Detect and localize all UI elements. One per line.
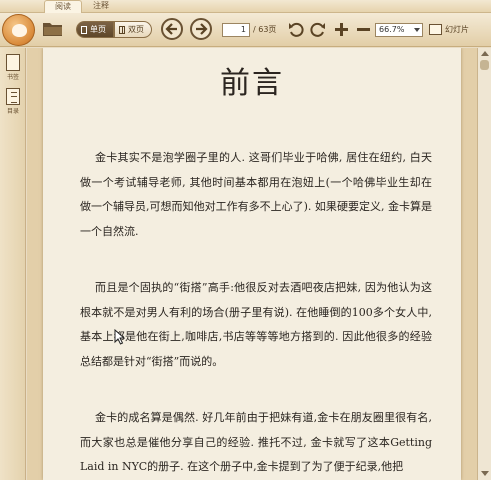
sidebar-item-toc[interactable]: 目录 (3, 88, 23, 115)
sidebar-item-label: 目录 (6, 108, 19, 115)
rotate-right-icon[interactable] (309, 21, 326, 38)
page-total-label: / 63页 (253, 25, 277, 34)
tab-annotate[interactable]: 注释 (82, 0, 120, 13)
side-panel: 书签 目录 (0, 48, 26, 480)
slideshow-label: 幻灯片 (445, 25, 469, 34)
app-logo[interactable] (2, 14, 35, 46)
toc-icon (6, 88, 20, 105)
slideshow-icon (429, 24, 442, 35)
slideshow-button[interactable]: 幻灯片 (429, 22, 469, 38)
toolbar: 单页 双页 1 / 63页 66.7% 幻灯片 (0, 13, 491, 47)
sidebar-item-label: 书签 (6, 74, 19, 81)
previous-page-button[interactable] (161, 18, 183, 40)
double-page-label: 双页 (128, 25, 144, 34)
arrow-left-icon (165, 23, 177, 35)
paragraph-2: 而且是个固执的“街搭”高手:他很反对去酒吧夜店把妹, 因为他认为这根本就不是对男… (80, 281, 432, 368)
tab-read[interactable]: 阅读 (44, 0, 82, 13)
scroll-thumb[interactable] (480, 60, 489, 70)
scroll-down-icon[interactable] (481, 471, 489, 476)
rotate-left-icon[interactable] (288, 21, 305, 38)
logo-face-icon (12, 24, 27, 37)
single-page-button[interactable]: 单页 (76, 21, 114, 38)
zoom-value: 66.7% (379, 25, 405, 34)
zoom-in-icon[interactable] (333, 21, 350, 38)
scroll-up-icon[interactable] (481, 51, 489, 56)
paragraph-3: 金卡的成名算是偶然. 好几年前由于把妹有道,金卡在朋友圈里很有名,而大家也总是催… (80, 411, 432, 473)
zoom-select[interactable]: 66.7% (375, 23, 423, 37)
paragraph-1: 金卡其实不是泡学圈子里的人. 这哥们毕业于哈佛, 居住在纽约, 白天做一个考试辅… (80, 151, 432, 238)
open-folder-icon[interactable] (42, 20, 63, 37)
double-page-button[interactable]: 双页 (114, 21, 152, 38)
double-page-icon (119, 26, 125, 34)
chevron-down-icon (414, 28, 420, 32)
page-title: 前言 (220, 66, 284, 101)
arrow-right-icon (196, 23, 208, 35)
document-viewport[interactable]: 前言 金卡其实不是泡学圈子里的人. 这哥们毕业于哈佛, 居住在纽约, 白天做一个… (27, 48, 477, 480)
bookmark-icon (6, 54, 20, 71)
single-page-icon (81, 26, 87, 34)
single-page-label: 单页 (90, 25, 106, 34)
document-page: 前言 金卡其实不是泡学圈子里的人. 这哥们毕业于哈佛, 居住在纽约, 白天做一个… (43, 48, 461, 480)
vertical-scrollbar[interactable] (477, 48, 491, 480)
next-page-button[interactable] (190, 18, 212, 40)
mouse-cursor-icon (114, 329, 125, 345)
sidebar-item-bookmarks[interactable]: 书签 (3, 54, 23, 81)
page-number-input[interactable]: 1 (222, 23, 250, 37)
zoom-out-icon[interactable] (355, 21, 372, 38)
tab-strip: 阅读 注释 (0, 0, 491, 13)
